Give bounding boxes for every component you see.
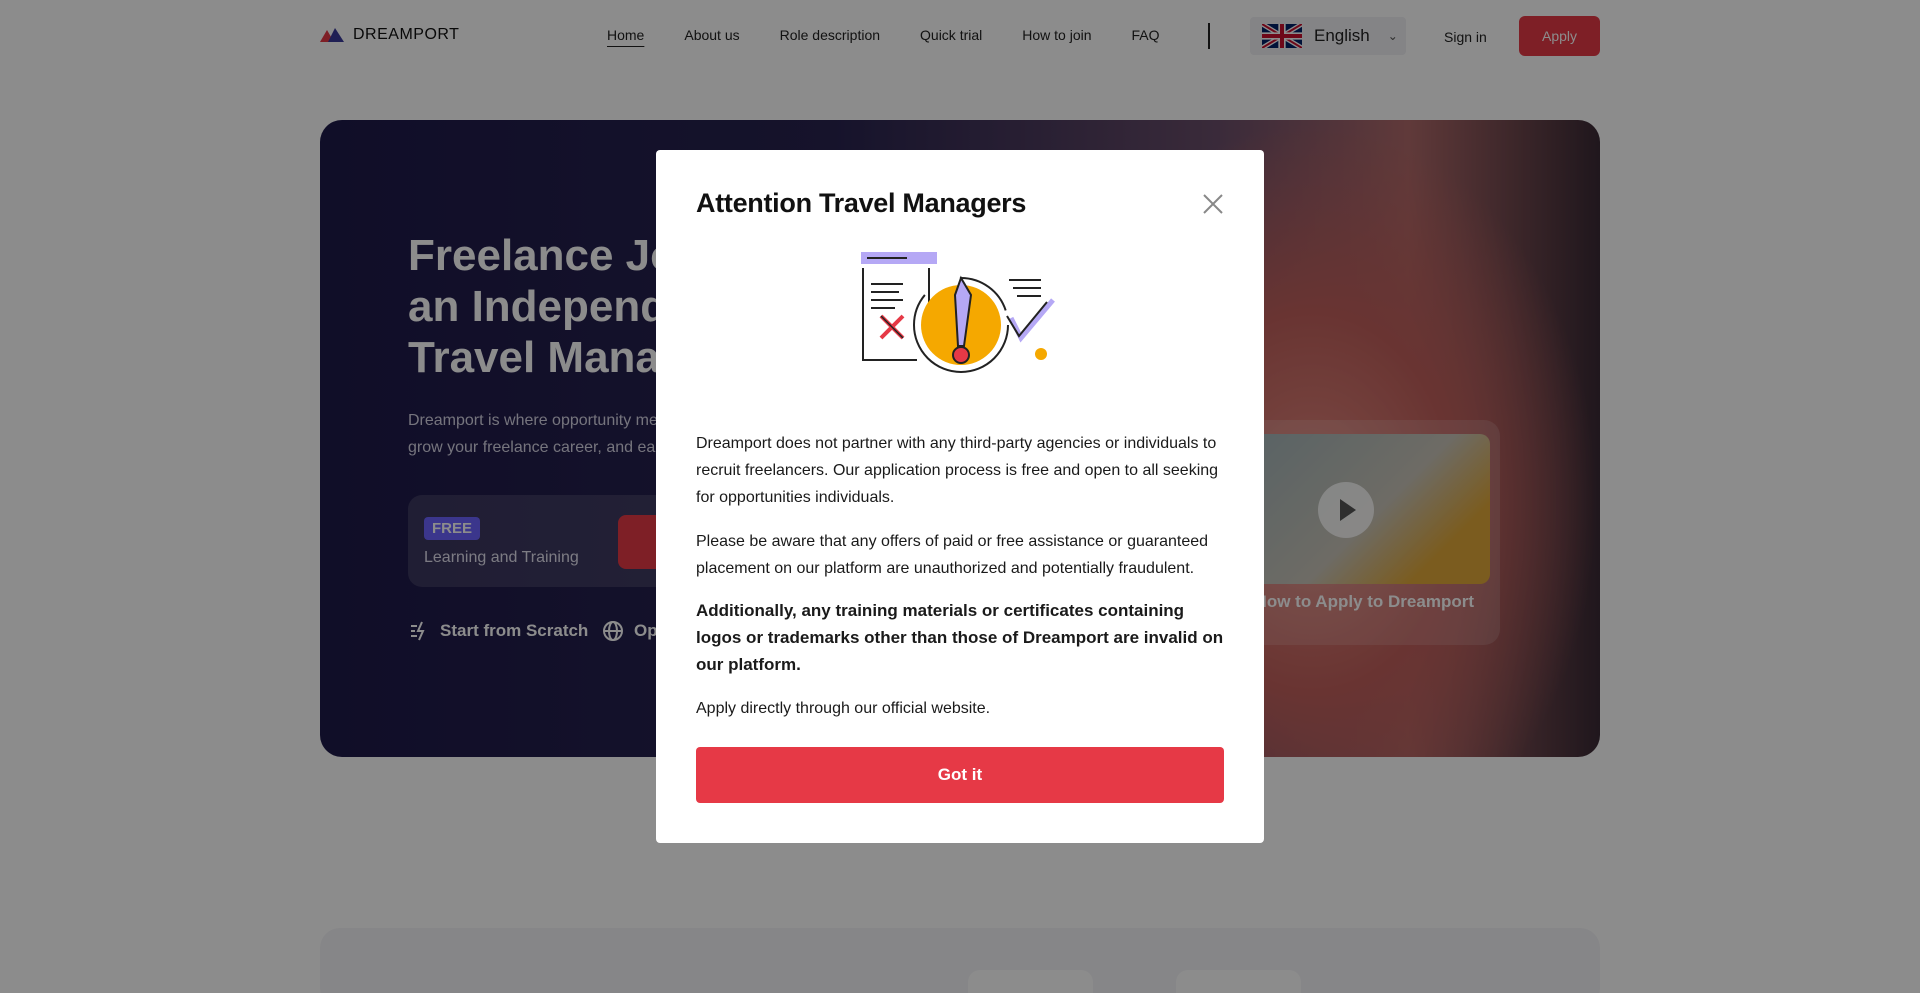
modal-paragraph-trademarks: Additionally, any training materials or … xyxy=(696,601,1224,674)
attention-modal: Attention Travel Managers Dreamport does… xyxy=(656,150,1264,843)
got-it-button[interactable]: Got it xyxy=(696,747,1224,803)
warning-illustration xyxy=(861,252,1055,373)
modal-paragraph-fraud-warning: Please be aware that any offers of paid … xyxy=(696,533,1209,577)
modal-title: Attention Travel Managers xyxy=(696,188,1027,218)
modal-paragraph-agencies: Dreamport does not partner with any thir… xyxy=(696,435,1219,506)
close-icon[interactable] xyxy=(1202,193,1224,215)
modal-paragraph-apply-directly: Apply directly through our official webs… xyxy=(696,700,991,717)
